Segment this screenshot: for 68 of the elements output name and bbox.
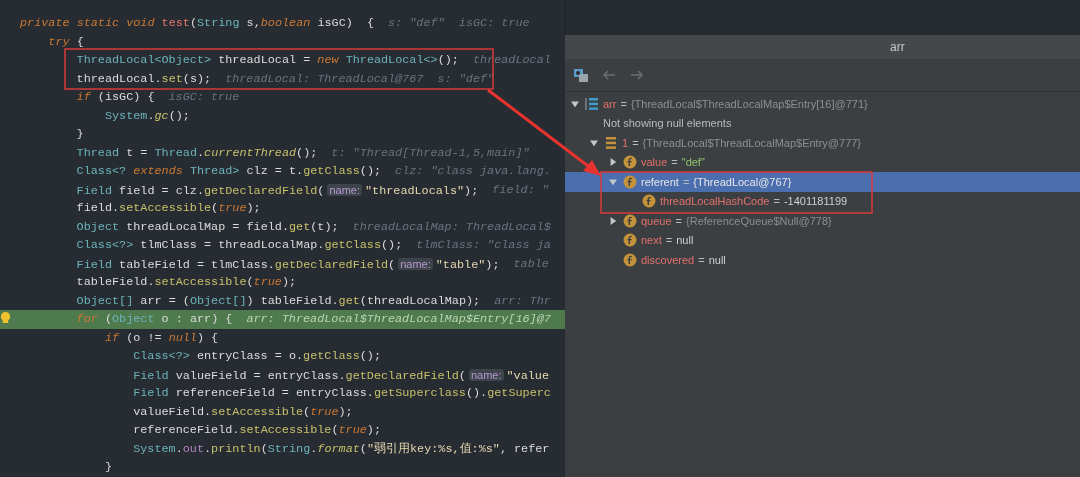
variable-value: 1 = {ThreadLocal$ThreadLocalMap$Entry@777} <box>622 136 862 149</box>
field-icon <box>623 174 637 189</box>
tree-item[interactable]: arr = {ThreadLocal$ThreadLocalMap$Entry[16]@771} <box>565 94 1080 114</box>
inline-value-hint: threadLocalMap: ThreadLocal$ <box>352 218 551 236</box>
tree-item[interactable]: 1 = {ThreadLocal$ThreadLocalMap$Entry@777} <box>565 133 1080 153</box>
inline-value-hint: s: "def" isGC: true <box>388 15 530 32</box>
collapse-arrow-icon[interactable] <box>571 99 579 108</box>
code-line: valueField.setAccessible(true); <box>133 403 353 421</box>
code-line: if (o != null) { <box>104 329 219 347</box>
variable-value: arr = {ThreadLocal$ThreadLocalMap$Entry[16]@771} <box>603 97 868 110</box>
expand-arrow-icon[interactable] <box>609 158 617 167</box>
tree-item[interactable]: queue = {ReferenceQueue$Null@778} <box>565 211 1080 231</box>
code-line: ThreadLocal<Object> threadLocal = new ThreadLocal<>(); <box>76 52 459 69</box>
code-line: System.out.println(String.format("弱引用key:%s,值:%s", refer <box>133 440 550 458</box>
inline-value-hint: table <box>513 255 549 273</box>
expand-arrow-icon[interactable] <box>609 216 617 225</box>
inline-value-hint: tlmClass: "class ja <box>416 237 551 254</box>
code-line: } <box>76 126 84 143</box>
field-icon <box>623 213 637 228</box>
inline-value-hint: t: "Thread[Thread-1,5,main]" <box>331 144 530 162</box>
code-line: private static void test(String s,boolean isGC) { <box>20 15 375 32</box>
code-line: Field tableField = tlmClass.getDeclaredField( name: "table"); <box>76 256 500 273</box>
tree-view-icon[interactable] <box>573 67 589 83</box>
code-line: try { <box>48 33 84 51</box>
code-line: for (Object o : arr) { <box>76 311 233 328</box>
code-line: } <box>104 459 112 476</box>
variable-value: next = null <box>641 234 694 247</box>
variable-value: value = "def" <box>641 156 705 169</box>
field-icon <box>642 194 656 209</box>
lightbulb-icon[interactable] <box>0 312 11 325</box>
inline-value-hint: isGC: true <box>168 89 240 106</box>
inline-value-hint: field: " <box>492 181 549 199</box>
tree-item[interactable]: discovered = null <box>565 250 1080 270</box>
code-line: referenceField.setAccessible(true); <box>133 422 381 439</box>
array-icon <box>585 96 599 111</box>
code-line: field.setAccessible(true); <box>76 200 261 217</box>
code-line: Field field = clz.getDeclaredField( name: "threadLocals"); <box>76 182 479 199</box>
field-icon <box>623 155 637 170</box>
code-line: threadLocal.set(s); <box>76 70 212 88</box>
variable-value: queue = {ReferenceQueue$Null@778} <box>641 214 832 227</box>
variable-value: discovered = null <box>641 253 726 266</box>
inline-value-hint: arr: ThreadLocal$ThreadLocalMap$Entry[16]@7 <box>246 311 551 328</box>
inline-value-hint: clz: "class java.lang. <box>395 163 551 180</box>
tree-item[interactable]: value = "def" <box>565 152 1080 172</box>
tree-item[interactable]: referent = {ThreadLocal@767} <box>565 172 1080 192</box>
code-line: Class<?> tlmClass = threadLocalMap.getClass(); <box>76 237 403 254</box>
variable-value: threadLocalHashCode = -1401181199 <box>660 195 848 208</box>
code-line: Field valueField = entryClass.getDeclaredField( name: "value <box>133 367 549 384</box>
code-line: tableField.setAccessible(true); <box>76 274 297 291</box>
code-line: Thread t = Thread.currentThread(); <box>76 144 318 162</box>
field-icon <box>623 252 637 267</box>
tree-item[interactable]: threadLocalHashCode = -1401181199 <box>565 191 1080 211</box>
code-line: Class<? extends Thread> clz = t.getClass(); <box>76 163 382 180</box>
code-line: Class<?> entryClass = o.getClass(); <box>133 348 381 365</box>
code-line: if (isGC) { <box>76 89 155 106</box>
collapse-arrow-icon[interactable] <box>609 177 617 186</box>
list-icon <box>604 135 618 150</box>
popup-title: arr <box>890 40 905 54</box>
variable-value: referent = {ThreadLocal@767} <box>641 175 792 188</box>
tree-item[interactable]: next = null <box>565 230 1080 250</box>
inline-value-hint: arr: Thr <box>494 292 551 310</box>
code-line: Object[] arr = (Object[]) tableField.get(threadLocalMap); <box>76 292 481 310</box>
code-line: Field referenceField = entryClass.getSuperclass().getSuperc <box>133 385 551 402</box>
code-line: Object threadLocalMap = field.get(t); <box>76 218 339 236</box>
collapse-arrow-icon[interactable] <box>590 138 598 147</box>
code-line: System.gc(); <box>104 107 190 125</box>
tree-note: Not showing null elements <box>603 115 733 131</box>
field-icon <box>623 233 637 248</box>
